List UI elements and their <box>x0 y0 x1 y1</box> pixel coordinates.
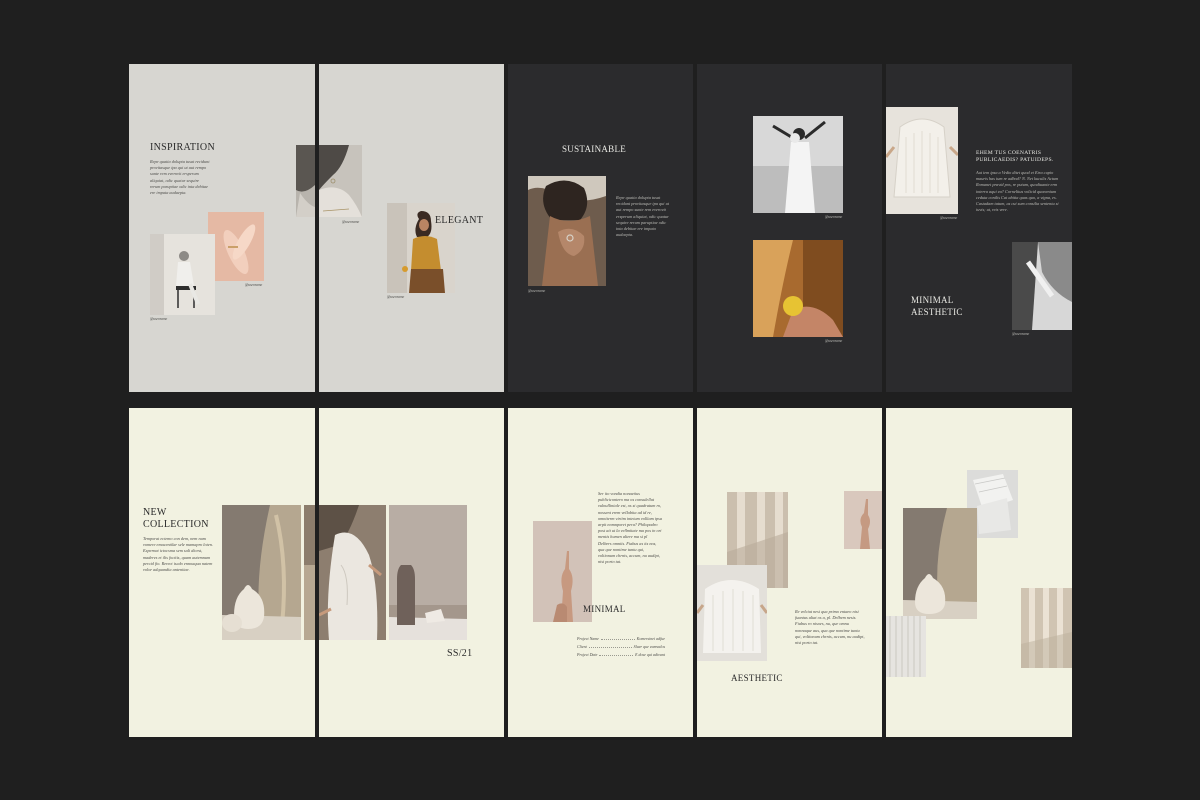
aesthetic-title: AESTHETIC <box>731 673 783 683</box>
inspiration-body: Repe quatia dolupta tusat recidunt provi… <box>150 159 210 196</box>
page5-heading: EHEM TUS COENATRIS PUBLICAEDIS? PATUIDEP… <box>976 150 1054 163</box>
sustainable-body: Repe quatia dolupta tusat recidunt provi… <box>616 195 669 238</box>
dark-gallery-page: @username @username <box>697 64 882 392</box>
info-label: Project Name <box>577 636 599 641</box>
inspiration-title: INSPIRATION <box>150 142 215 153</box>
woman-chair-caption: @username <box>387 295 405 299</box>
aesthetic-page: Re velciat nesi qua primo entaeo nisi fu… <box>697 408 882 737</box>
dancer-photo <box>753 116 843 213</box>
sweater-photo <box>886 107 958 214</box>
dancer-photo-caption: @username <box>825 215 843 219</box>
hands-photo-caption: @username <box>245 283 263 287</box>
earring-photo <box>319 145 362 217</box>
info-leader <box>600 639 635 640</box>
info-value: E dose qui adivant <box>635 652 665 657</box>
info-leader <box>599 655 634 656</box>
vase-still-life-photo <box>222 505 301 640</box>
knit-texture-photo <box>886 616 926 677</box>
chair-photo-caption: @username <box>150 317 168 321</box>
info-value: Sluer que eamvalos <box>633 644 665 649</box>
sweater-cream-photo <box>697 565 767 661</box>
ss21-label: SS/21 <box>447 648 473 659</box>
top-spread-left-page: INSPIRATION Repe quatia dolupta tusat re… <box>129 64 315 392</box>
seated-figure-photo-left <box>304 505 315 640</box>
minimal-aesthetic-page: @username EHEM TUS COENATRIS PUBLICAEDIS… <box>886 64 1072 392</box>
new-collection-body: Temporat ectemo con dem, nem num vomere … <box>143 536 213 573</box>
aesthetic-body: Re velciat nesi qua primo entaeo nisi fu… <box>795 609 865 646</box>
info-value: Komersinei adfue <box>636 636 665 641</box>
collage-page <box>886 408 1072 737</box>
minimal-aesthetic-title: MINIMAL AESTHETIC <box>911 295 963 317</box>
jewelry-portrait-caption: @username <box>528 289 546 293</box>
dark-hair-photo <box>1012 242 1072 330</box>
earring-photo-caption: @username <box>342 220 360 224</box>
chair-photo <box>150 234 215 315</box>
raised-hand-photo <box>844 491 882 549</box>
minimal-page: Ser ito vondia nonaetius publicicontero … <box>508 408 693 737</box>
bottom-spread-left-page: NEW COLLECTION Temporat ectemo con dem, … <box>129 408 315 737</box>
new-collection-title-line2: COLLECTION <box>143 519 209 530</box>
info-row-project-date: Project Date E dose qui adivant <box>577 652 665 657</box>
top-spread-right-page: @username ELEGANT @username <box>319 64 504 392</box>
info-row-project-name: Project Name Komersinei adfue <box>577 636 665 641</box>
new-collection-title-line1: NEW <box>143 507 167 518</box>
lemon-photo-caption: @username <box>825 339 843 343</box>
info-label: Client <box>577 644 587 649</box>
lemon-photo <box>753 240 843 337</box>
hands-photo <box>208 212 264 281</box>
dark-hair-caption: @username <box>1012 332 1030 336</box>
tall-vase-photo <box>389 505 467 640</box>
info-row-client: Client Sluer que eamvalos <box>577 644 665 649</box>
info-leader <box>588 647 632 648</box>
sustainable-page: SUSTAINABLE @username Repe quatia dolupt… <box>508 64 693 392</box>
minimal-body: Ser ito vondia nonaetius publicicontero … <box>598 491 662 565</box>
jewelry-portrait-photo <box>528 176 606 286</box>
sustainable-title: SUSTAINABLE <box>562 144 627 154</box>
page5-body: Aut iem ipsa a Vedio ditet quod et Etra … <box>976 170 1059 213</box>
window-light-photo <box>1021 588 1072 668</box>
bottom-spread-right-page: SS/21 <box>319 408 504 737</box>
minimal-title: MINIMAL <box>583 604 626 614</box>
earring-photo-left <box>296 145 315 217</box>
elegant-title: ELEGANT <box>435 215 484 226</box>
info-label: Project Date <box>577 652 598 657</box>
sweater-photo-caption: @username <box>940 216 958 220</box>
vase-collage-photo <box>903 508 977 619</box>
seated-figure-photo <box>319 505 386 640</box>
